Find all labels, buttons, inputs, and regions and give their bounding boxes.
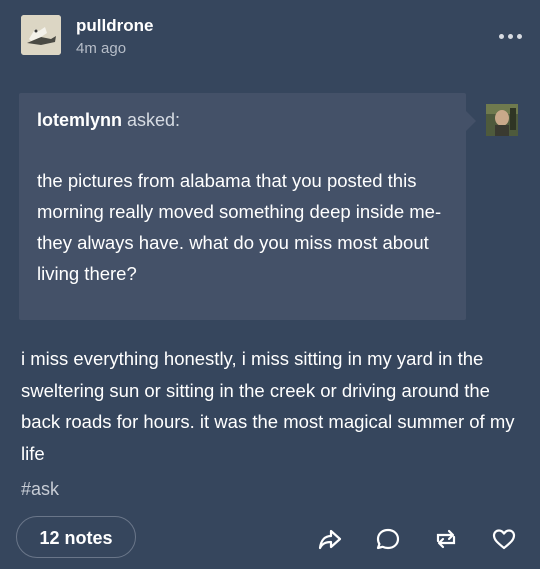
asker-avatar[interactable]: [486, 104, 518, 136]
notes-count: 12 notes: [39, 528, 113, 548]
post-timestamp: 4m ago: [76, 40, 127, 57]
asker-username[interactable]: lotemlynn: [37, 110, 122, 130]
asked-label: asked:: [122, 110, 181, 130]
blog-avatar[interactable]: [21, 15, 61, 55]
post-tag[interactable]: #ask: [21, 479, 59, 500]
heart-icon[interactable]: [490, 525, 518, 553]
asker-line: lotemlynn asked:: [37, 110, 180, 131]
post-header: pulldrone 4m ago: [0, 0, 540, 70]
reblog-icon[interactable]: [432, 525, 460, 553]
more-horizontal-icon[interactable]: [496, 24, 526, 48]
blog-username[interactable]: pulldrone: [76, 16, 153, 36]
post-answer-text: i miss everything honestly, i miss sitti…: [21, 348, 515, 464]
ask-box: lotemlynn asked: the pictures from alaba…: [19, 93, 476, 320]
ask-question: the pictures from alabama that you poste…: [37, 170, 442, 284]
notes-button[interactable]: 12 notes: [16, 516, 136, 558]
share-icon[interactable]: [316, 525, 344, 553]
ask-box-pointer: [466, 111, 476, 131]
reply-icon[interactable]: [374, 525, 402, 553]
post-footer: 12 notes: [0, 505, 540, 569]
